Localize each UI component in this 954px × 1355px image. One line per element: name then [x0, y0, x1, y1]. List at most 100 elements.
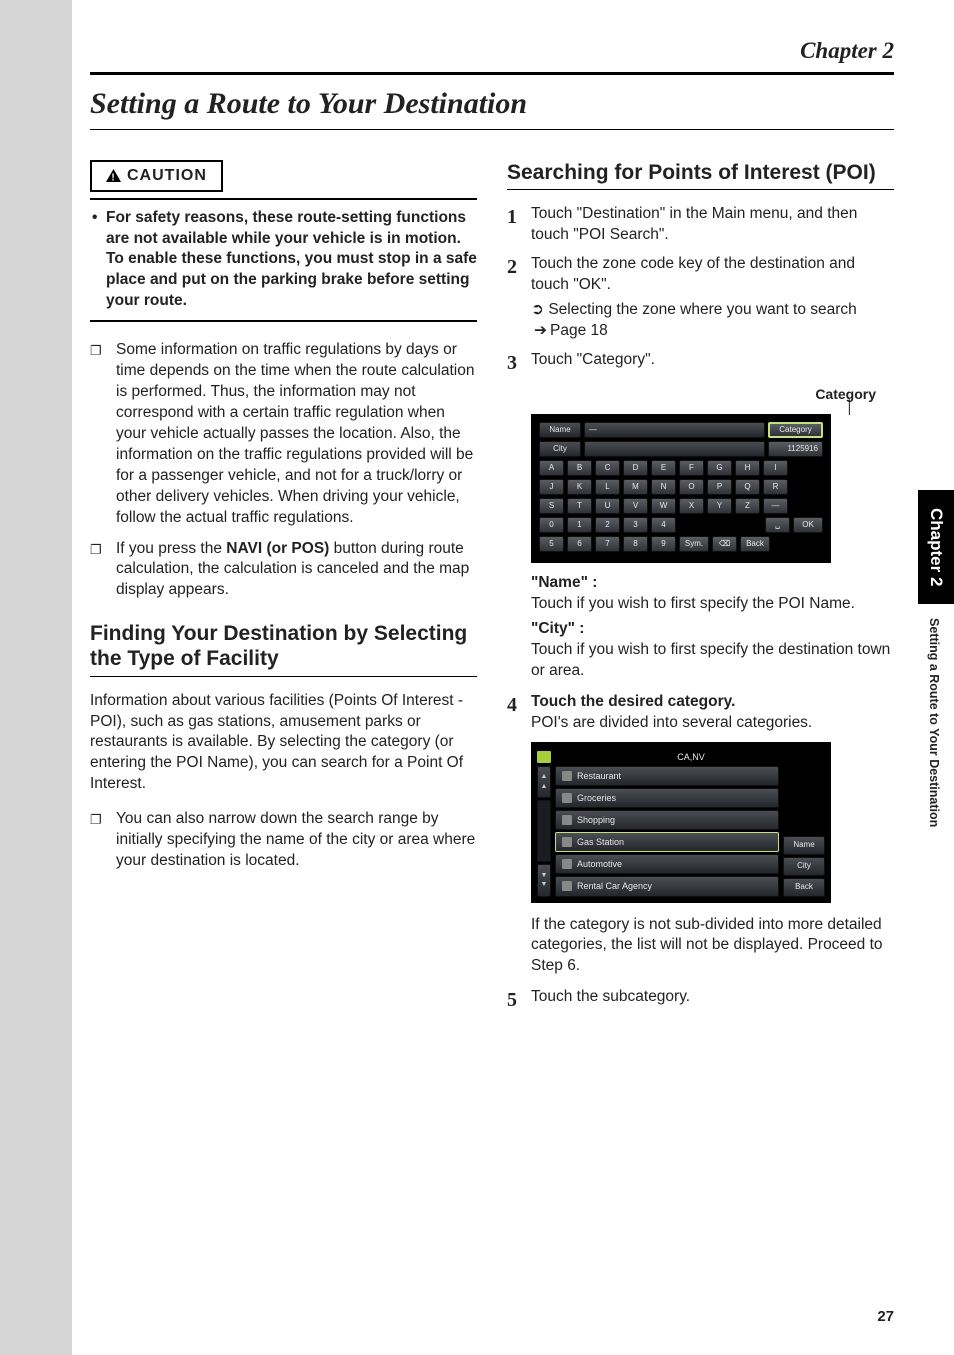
kbd-key[interactable]: 3 [623, 517, 648, 533]
cat-header: CA,NV [537, 748, 825, 766]
step-3: 3 Touch "Category". [507, 350, 894, 377]
kbd-key[interactable]: R [763, 479, 788, 495]
kbd-key[interactable]: 2 [595, 517, 620, 533]
section-rule-left [90, 676, 477, 677]
section-heading-left: Finding Your Destination by Selecting th… [90, 621, 477, 671]
cat-label: Shopping [577, 814, 615, 826]
cat-label: Automotive [577, 858, 622, 870]
kbd-key[interactable]: 0 [539, 517, 564, 533]
step-num-1: 1 [507, 204, 531, 246]
kbd-sym-button[interactable]: Sym. [679, 536, 709, 552]
section-heading-right: Searching for Points of Interest (POI) [507, 160, 894, 185]
kbd-key[interactable]: T [567, 498, 592, 514]
kbd-key[interactable]: B [567, 460, 592, 476]
step-3-text: Touch "Category". [531, 350, 894, 377]
kbd-key[interactable]: I [763, 460, 788, 476]
kbd-key[interactable]: K [567, 479, 592, 495]
kbd-key[interactable]: 5 [539, 536, 564, 552]
page-ref: Page 18 [550, 322, 608, 339]
caution-body: For safety reasons, these route-setting … [106, 209, 477, 310]
cat-item-gas-station[interactable]: Gas Station [555, 832, 779, 852]
kbd-key[interactable]: 1 [567, 517, 592, 533]
kbd-key[interactable]: 9 [651, 536, 676, 552]
kbd-key[interactable]: W [651, 498, 676, 514]
scroll-up-button[interactable]: ▲▲ [537, 766, 551, 798]
rental-car-icon [562, 881, 572, 891]
keyboard-screenshot: Name — Category City 1125916 A B C [531, 414, 894, 563]
step-4-text: Touch the desired category. [531, 692, 894, 713]
kbd-key[interactable]: H [735, 460, 760, 476]
kbd-key[interactable]: 7 [595, 536, 620, 552]
kbd-space-icon[interactable]: ␣ [765, 517, 790, 533]
kbd-key[interactable]: Q [735, 479, 760, 495]
kbd-key[interactable]: 6 [567, 536, 592, 552]
kbd-del-button[interactable]: ⌫ [712, 536, 737, 552]
step-num-3: 3 [507, 350, 531, 377]
kbd-key[interactable]: N [651, 479, 676, 495]
caution-label: CAUTION [127, 167, 207, 184]
kbd-key[interactable]: F [679, 460, 704, 476]
caution-rule-top [90, 198, 477, 200]
kbd-key[interactable]: A [539, 460, 564, 476]
kbd-name-button[interactable]: Name [539, 422, 581, 438]
kbd-key[interactable]: C [595, 460, 620, 476]
kbd-key[interactable]: U [595, 498, 620, 514]
cat-item-groceries[interactable]: Groceries [555, 788, 779, 808]
step-4-after: If the category is not sub-divided into … [507, 915, 894, 978]
square-bullet-icon: ❐ [90, 811, 102, 829]
nb-pre: If you press the [116, 540, 226, 557]
cat-side-name-button[interactable]: Name [783, 836, 825, 855]
kbd-key[interactable]: M [623, 479, 648, 495]
kbd-key[interactable]: E [651, 460, 676, 476]
kbd-name-field[interactable]: — [584, 422, 765, 438]
warning-triangle-icon: ! [106, 169, 121, 182]
kbd-city-field[interactable] [584, 441, 765, 457]
cat-item-automotive[interactable]: Automotive [555, 854, 779, 874]
cat-item-shopping[interactable]: Shopping [555, 810, 779, 830]
step-num-4: 4 [507, 692, 531, 734]
kbd-ok-button[interactable]: OK [793, 517, 823, 533]
cat-item-rental-car[interactable]: Rental Car Agency [555, 876, 779, 896]
side-tab-title: Setting a Route to Your Destination [918, 604, 950, 841]
kbd-key[interactable]: X [679, 498, 704, 514]
cat-item-restaurant[interactable]: Restaurant [555, 766, 779, 786]
cat-side-city-button[interactable]: City [783, 857, 825, 876]
kbd-key[interactable]: O [679, 479, 704, 495]
scroll-down-button[interactable]: ▼▼ [537, 864, 551, 896]
cat-label: Gas Station [577, 836, 624, 848]
kbd-key[interactable]: P [707, 479, 732, 495]
kbd-key[interactable]: 4 [651, 517, 676, 533]
square-bullet-icon: ❐ [90, 342, 102, 360]
kbd-key[interactable]: Y [707, 498, 732, 514]
step-num-2: 2 [507, 254, 531, 296]
page-title: Setting a Route to Your Destination [90, 87, 894, 121]
kbd-back-button[interactable]: Back [740, 536, 770, 552]
shopping-icon [562, 815, 572, 825]
kbd-key[interactable]: D [623, 460, 648, 476]
cat-header-text: CA,NV [557, 751, 825, 763]
step-4: 4 Touch the desired category. POI's are … [507, 692, 894, 734]
kbd-key[interactable]: G [707, 460, 732, 476]
kbd-key[interactable]: L [595, 479, 620, 495]
kbd-key[interactable]: — [763, 498, 788, 514]
scroll-track[interactable] [537, 800, 551, 862]
kbd-category-button[interactable]: Category [768, 422, 823, 438]
kbd-key[interactable]: 8 [623, 536, 648, 552]
zone-icon [537, 751, 551, 763]
restaurant-icon [562, 771, 572, 781]
page-number: 27 [877, 1308, 894, 1325]
side-tab-chapter: Chapter 2 [918, 490, 954, 604]
step-5-text: Touch the subcategory. [531, 987, 894, 1014]
kbd-city-button[interactable]: City [539, 441, 581, 457]
caution-box: ! CAUTION [90, 160, 223, 192]
info-bullet-1-text: Some information on traffic regulations … [116, 341, 474, 525]
cat-side-back-button[interactable]: Back [783, 878, 825, 897]
kbd-key[interactable]: Z [735, 498, 760, 514]
kbd-key[interactable]: V [623, 498, 648, 514]
name-desc: "Name" : Touch if you wish to first spec… [507, 573, 894, 682]
kbd-key[interactable]: S [539, 498, 564, 514]
content-area: Chapter 2 Setting a Route to Your Destin… [90, 38, 894, 1295]
category-list-screenshot: CA,NV ▲▲ ▼▼ Restaurant Groceries Shoppin… [531, 742, 831, 903]
kbd-key[interactable]: J [539, 479, 564, 495]
automotive-icon [562, 859, 572, 869]
